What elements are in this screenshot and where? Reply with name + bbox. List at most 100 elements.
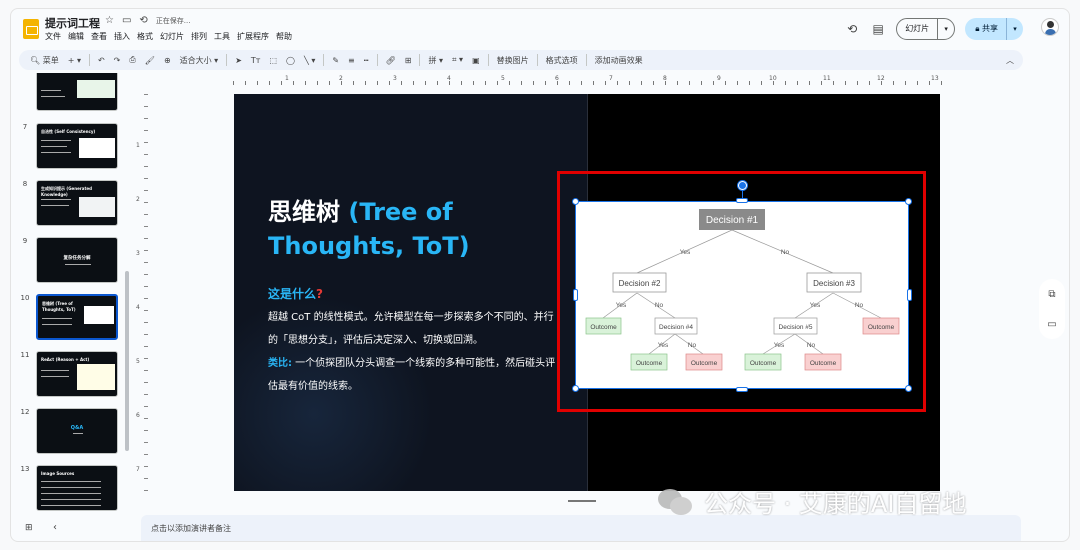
grid-view-icon[interactable]: ⊞ [25,523,33,533]
what-is-heading[interactable]: 这是什么? [268,285,323,302]
shape-icon[interactable]: ◯ [285,56,296,65]
document-title[interactable]: 提示词工程 [45,15,100,31]
collapse-panel-icon[interactable]: ‹ [53,522,57,533]
thumb-text-line [41,96,65,97]
image-insert-icon[interactable]: ⬚ [268,56,278,65]
thumb-text-line [41,205,69,206]
thumb-text-line [42,318,72,319]
slide-body-text[interactable]: 超越 CoT 的线性模式。允许模型在每一步探索多个不同的、并行的「思想分支」，评… [268,306,558,398]
menu-format[interactable]: 格式 [137,31,153,42]
thumbnail-row[interactable]: 11 ReAct (Reason + Act) [11,351,131,401]
toolbar-divider [419,54,421,66]
zoom-select[interactable]: 适合大小 ▾ [179,55,220,66]
thumbnail-row[interactable]: 7 自洽性 (Self Consistency) [11,123,131,173]
thumbnail-row[interactable]: 9 复杂任务分解 [11,237,131,287]
top-right-actions: ⟲ ▤ 幻灯片 ▾ 🔒︎ 共享 ▾ [844,18,1023,40]
mask-icon[interactable]: ▣ [471,56,481,65]
slide-thumbnail-13[interactable]: Image Sources [36,465,118,511]
ruler-number: 9 [717,75,721,82]
slide-thumbnail-10-selected[interactable]: 思维树 (Tree of Thoughts, ToT) [36,294,118,340]
notes-resize-handle[interactable] [568,500,596,502]
textbox-icon[interactable]: Tт [250,56,262,65]
present-theme-icon[interactable]: ⧉ [1048,289,1055,300]
border-color-icon[interactable]: ✎ [331,56,340,65]
search-menu[interactable]: 🔍︎ 菜单 [29,55,60,66]
speaker-notes-placeholder[interactable]: 点击以添加演讲者备注 [151,523,231,534]
border-weight-icon[interactable]: ≡ [347,56,356,65]
border-dash-icon[interactable]: ┅ [363,56,370,65]
new-slide-button[interactable]: + ▾ [67,56,82,65]
thumbnail-row[interactable] [11,73,131,115]
format-options-button[interactable]: 格式选项 [545,55,579,66]
add-animation-button[interactable]: 添加动画效果 [594,55,644,66]
menu-file[interactable]: 文件 [45,31,61,42]
slide-thumbnail-9[interactable]: 复杂任务分解 [36,237,118,283]
replace-image-button[interactable]: 替换图片 [496,55,530,66]
comments-icon[interactable]: ▤ [870,21,886,37]
thumbnail-row[interactable]: 12 Q&A [11,408,131,458]
folder-icon[interactable]: ▭ [1047,319,1056,330]
print-icon[interactable]: ⎙ [128,55,136,65]
thumbnail-row[interactable]: 10 思维树 (Tree of Thoughts, ToT) [11,294,131,344]
ruler-number: 4 [136,304,140,311]
slide-thumbnail-8[interactable]: 生成知识提示 (Generated Knowledge) [36,180,118,226]
thumb-text-line [41,370,69,371]
menu-extensions[interactable]: 扩展程序 [237,31,269,42]
slide-thumbnail-12[interactable]: Q&A [36,408,118,454]
share-dropdown-icon[interactable]: ▾ [1007,25,1023,33]
title-icons: ☆ ▭ ⟲ 正在保存... [105,15,191,26]
menu-tools[interactable]: 工具 [214,31,230,42]
menu-edit[interactable]: 编辑 [68,31,84,42]
toolbar: 🔍︎ 菜单 + ▾ ↶ ↷ ⎙ 🖌︎ ⊕ 适合大小 ▾ ➤ Tт ⬚ ◯ ╲ ▾… [19,50,1023,70]
slide-thumbnail-7[interactable]: 自洽性 (Self Consistency) [36,123,118,169]
menu-help[interactable]: 帮助 [276,31,292,42]
toolbar-divider [226,54,228,66]
slide-thumbnails-panel: 7 自洽性 (Self Consistency) 8 生成知识提示 (Gener… [11,73,133,513]
slideshow-dropdown-icon[interactable]: ▾ [938,25,954,33]
slides-logo-icon[interactable] [23,19,39,39]
select-cursor-icon[interactable]: ➤ [234,56,243,65]
ruler-number: 7 [136,466,140,473]
watermark-text: 公众号 · 艾康的AI自留地 [704,490,967,518]
thumb-text-line [41,90,61,91]
comment-add-icon[interactable]: ⊞ [404,56,413,65]
slide-title[interactable]: 思维树 (Tree of Thoughts, ToT) [268,195,568,263]
redo-icon[interactable]: ↷ [113,56,122,65]
link-icon[interactable]: 🔗︎ [385,56,397,65]
share-label[interactable]: 🔒︎ 共享 [965,18,1007,40]
slide-thumbnail-11[interactable]: ReAct (Reason + Act) [36,351,118,397]
zoom-label: 适合大小 [179,55,212,65]
history-icon[interactable]: ⟲ [844,21,860,37]
line-icon[interactable]: ╲ ▾ [303,56,316,65]
user-avatar[interactable] [1041,18,1059,36]
thumbnail-scrollbar[interactable] [125,271,129,451]
zoom-icon[interactable]: ⊕ [163,56,172,65]
search-menu-label: 菜单 [42,55,59,65]
crop-icon[interactable]: ⌗ ▾ [451,55,464,65]
app-window: 提示词工程 ☆ ▭ ⟲ 正在保存... 文件 编辑 查看 插入 格式 幻灯片 排… [10,8,1070,542]
slideshow-button[interactable]: 幻灯片 ▾ [896,18,956,40]
paint-format-icon[interactable]: 🖌︎ [144,56,156,65]
thumb-diagram [84,306,114,324]
star-icon[interactable]: ☆ [105,15,114,26]
menu-insert[interactable]: 插入 [114,31,130,42]
thumb-text-line [41,146,67,147]
thumbnail-row[interactable]: 13 Image Sources [11,465,131,513]
menu-arrange[interactable]: 排列 [191,31,207,42]
thumbnail-title: ReAct (Reason + Act) [41,357,90,362]
collapse-toolbar-icon[interactable]: ︿ [1005,55,1015,66]
slide-thumbnail-6[interactable] [36,73,118,111]
arrange-icon[interactable]: 拼 ▾ [427,55,444,66]
menu-view[interactable]: 查看 [91,31,107,42]
thumbnail-title: Image Sources [41,471,75,476]
ruler-number: 3 [136,250,140,257]
thumbnail-row[interactable]: 8 生成知识提示 (Generated Knowledge) [11,180,131,230]
thumb-text-line [41,505,101,506]
ruler-number: 2 [339,75,343,82]
toolbar-divider [376,54,378,66]
move-folder-icon[interactable]: ▭ [122,15,131,26]
menu-slide[interactable]: 幻灯片 [160,31,184,42]
undo-icon[interactable]: ↶ [97,56,106,65]
slideshow-label[interactable]: 幻灯片 [897,19,939,39]
share-button[interactable]: 🔒︎ 共享 ▾ [965,18,1023,40]
